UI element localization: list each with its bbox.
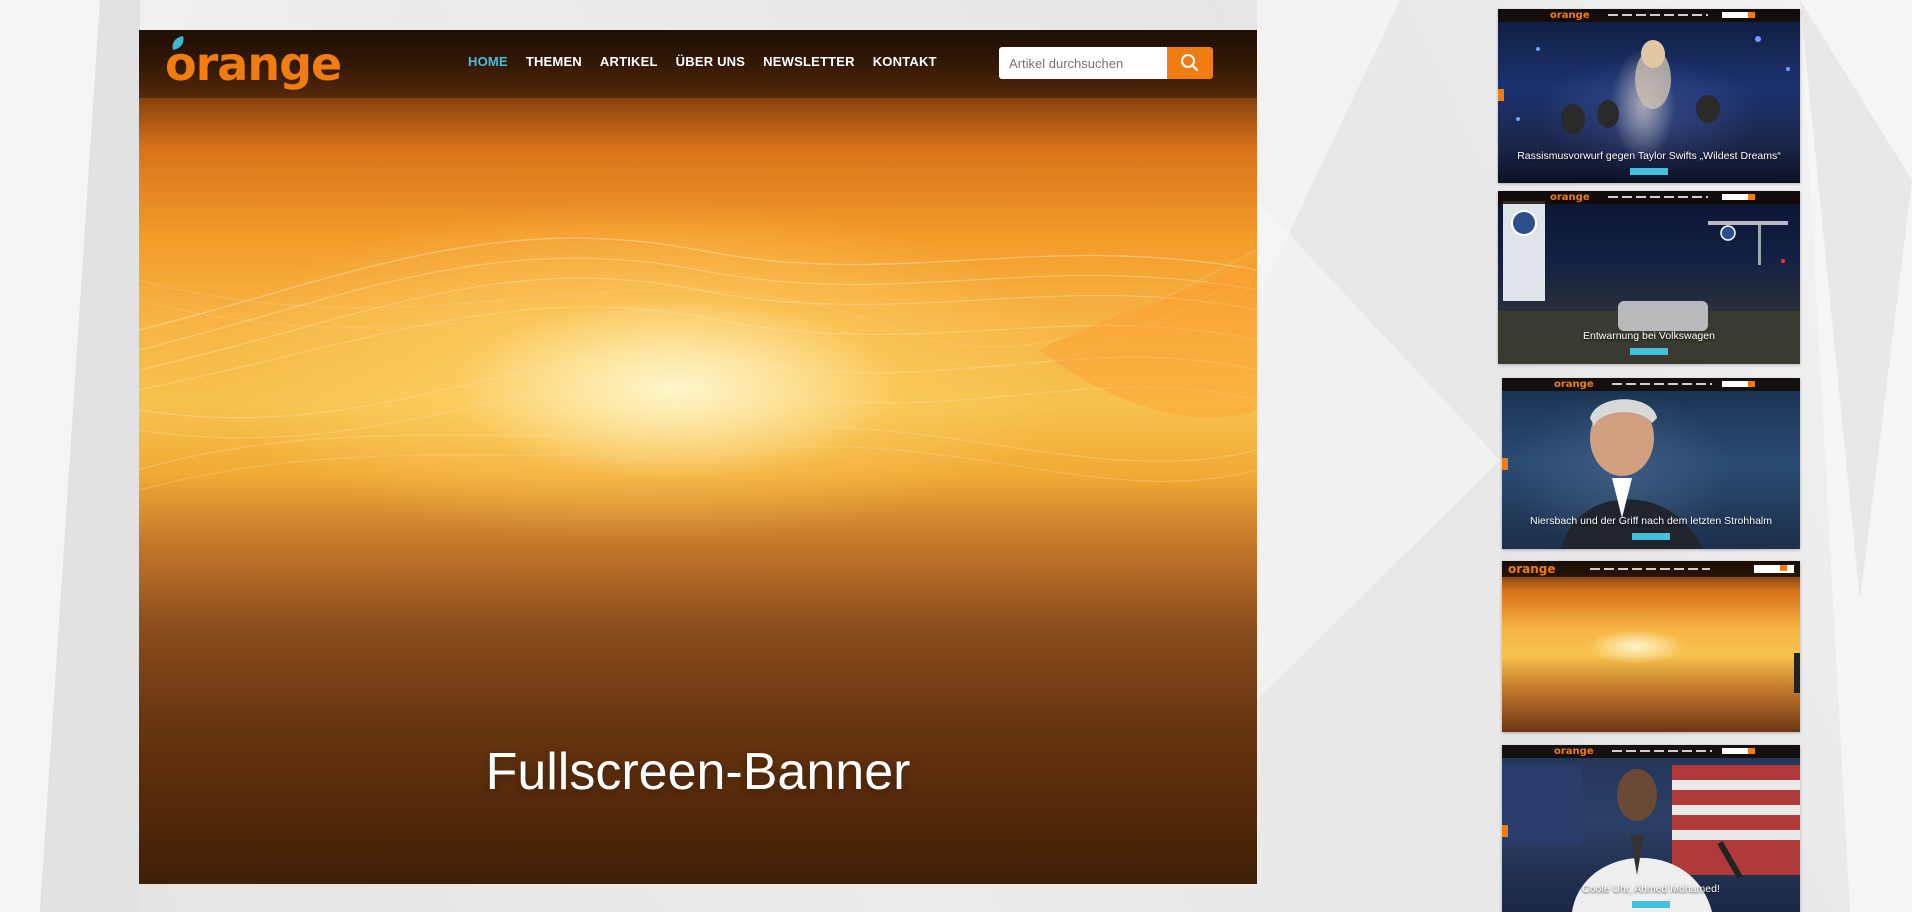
- nav-item-kontakt[interactable]: KONTAKT: [873, 54, 937, 69]
- thumbnail-3-arrow: [1502, 458, 1508, 470]
- thumbnail-1[interactable]: orange Rassismusvorwurf gegen Taylor Swi…: [1498, 9, 1800, 183]
- thumbnail-1-search: [1722, 12, 1755, 18]
- thumbnail-5-button: [1632, 901, 1670, 908]
- thumbnail-3-nav-links: [1612, 383, 1712, 385]
- thumbnail-5-search: [1722, 748, 1755, 754]
- thumbnail-5-logo: orange: [1554, 746, 1594, 757]
- thumbnail-3-caption: Niersbach und der Griff nach dem letzten…: [1529, 515, 1772, 527]
- thumbnail-2-nav-links: [1608, 196, 1708, 198]
- thumbnail-2-logo: orange: [1550, 192, 1590, 203]
- logo[interactable]: orange: [165, 35, 342, 87]
- thumbnail-2-button: [1630, 348, 1668, 355]
- thumbnail-1-button: [1630, 168, 1668, 175]
- thumbnail-5[interactable]: orange Coole Uhr, Ahmed Mohamed!: [1502, 745, 1800, 912]
- thumbnail-4-pager: [1794, 653, 1800, 693]
- nav-item-themen[interactable]: THEMEN: [526, 54, 582, 69]
- main-preview: orange HOME THEMEN ARTIKEL ÜBER UNS NEWS…: [139, 30, 1257, 884]
- search-icon: [1181, 54, 1199, 72]
- thumbnail-1-navbar: orange: [1498, 9, 1800, 22]
- thumbnail-5-arrow: [1502, 825, 1508, 837]
- thumbnail-2-navbar: orange: [1498, 191, 1800, 204]
- search-box: [999, 47, 1213, 79]
- thumbnail-3-button: [1632, 533, 1670, 540]
- nav-item-artikel[interactable]: ARTIKEL: [600, 54, 658, 69]
- thumbnail-1-nav-links: [1608, 14, 1708, 16]
- nav-item-home[interactable]: HOME: [468, 54, 508, 69]
- thumbnail-5-nav-links: [1612, 750, 1712, 752]
- thumbnail-4-logo: orange: [1508, 562, 1556, 576]
- thumbnail-5-caption: Coole Uhr, Ahmed Mohamed!: [1582, 883, 1720, 895]
- thumbnail-4-nav-links: [1590, 568, 1710, 570]
- thumbnail-1-logo: orange: [1550, 10, 1590, 21]
- thumbnail-2-caption: Entwarnung bei Volkswagen: [1583, 330, 1715, 342]
- thumbnail-3-logo: orange: [1554, 379, 1594, 390]
- thumbnail-5-navbar: orange: [1502, 745, 1800, 758]
- banner-title: Fullscreen-Banner: [485, 743, 911, 801]
- thumbnail-1-arrow: [1498, 89, 1504, 101]
- thumbnail-2[interactable]: orange Entwarnung bei Volkswagen: [1498, 191, 1800, 364]
- nav-item-newsletter[interactable]: NEWSLETTER: [763, 54, 855, 69]
- top-navbar: orange HOME THEMEN ARTIKEL ÜBER UNS NEWS…: [139, 30, 1257, 98]
- search-button[interactable]: [1167, 47, 1213, 79]
- thumbnail-4-search: [1754, 565, 1794, 573]
- thumbnail-1-caption: Rassismusvorwurf gegen Taylor Swifts „Wi…: [1517, 150, 1781, 162]
- thumbnail-3[interactable]: orange Niersbach und der Griff nach dem …: [1502, 378, 1800, 549]
- search-input[interactable]: [999, 47, 1167, 79]
- main-nav: HOME THEMEN ARTIKEL ÜBER UNS NEWSLETTER …: [468, 54, 937, 69]
- thumbnail-3-search: [1722, 381, 1755, 387]
- thumbnail-2-search: [1722, 194, 1755, 200]
- thumbnail-4-navbar: orange: [1502, 561, 1800, 577]
- thumbnail-4[interactable]: orange: [1502, 561, 1800, 732]
- thumbnail-3-navbar: orange: [1502, 378, 1800, 391]
- nav-item-ueber-uns[interactable]: ÜBER UNS: [676, 54, 746, 69]
